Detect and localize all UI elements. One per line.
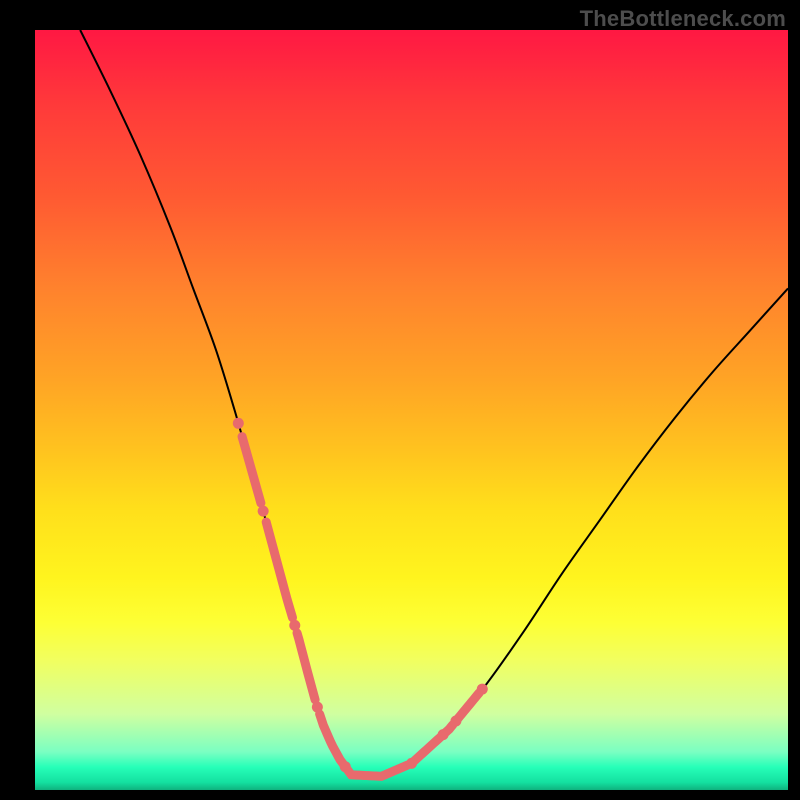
highlight-dot xyxy=(258,506,269,517)
highlight-dot xyxy=(312,702,323,713)
highlight-segment xyxy=(242,437,261,504)
highlight-segment xyxy=(347,765,407,776)
chart-frame: TheBottleneck.com xyxy=(0,0,800,800)
highlight-group xyxy=(233,418,488,777)
highlight-dot xyxy=(289,620,300,631)
highlight-dot xyxy=(406,758,417,769)
highlight-dot xyxy=(340,761,351,772)
highlight-dot xyxy=(450,715,461,726)
highlight-dot xyxy=(233,418,244,429)
watermark-text: TheBottleneck.com xyxy=(580,6,786,32)
highlight-segment xyxy=(297,633,315,700)
highlight-dot xyxy=(477,684,488,695)
highlight-dot xyxy=(438,729,449,740)
highlight-segment xyxy=(266,522,292,618)
bottleneck-curve xyxy=(80,30,788,777)
highlight-segment xyxy=(458,693,479,719)
highlight-segment xyxy=(320,714,344,765)
highlight-segment xyxy=(413,736,442,762)
curve-group xyxy=(80,30,788,777)
chart-overlay xyxy=(35,30,788,790)
